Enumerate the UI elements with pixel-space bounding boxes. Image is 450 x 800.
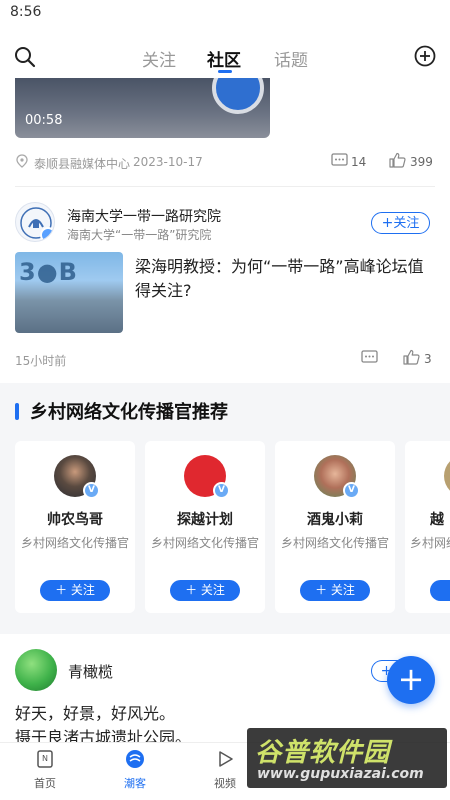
user-role: 乡村网络文化传播官 (150, 536, 259, 550)
section-title: 乡村网络文化传播官推荐 (30, 402, 228, 423)
user-avatar: V (54, 455, 100, 499)
bottom-tab-video[interactable]: 视频 (195, 749, 255, 791)
thumbnail-decoration (212, 78, 264, 114)
status-time: 8:56 (10, 4, 42, 20)
author-name[interactable]: 青橄榄 (68, 661, 113, 682)
follow-button[interactable]: ＋ 关注 (170, 580, 240, 601)
search-icon[interactable] (14, 46, 36, 68)
active-tab-indicator (218, 70, 232, 73)
follow-label: 关注 (330, 583, 355, 597)
video-duration: 00:58 (25, 113, 63, 128)
section-accent-bar (15, 403, 19, 420)
bottom-tab-home[interactable]: N 首页 (15, 749, 75, 791)
watermark: 谷普软件园 www.gupuxiazai.com (247, 728, 447, 788)
user-card[interactable]: V 探越计划 乡村网络文化传播官 ＋ 关注 (145, 441, 265, 613)
verified-badge-icon (40, 227, 54, 241)
follow-label: 关注 (70, 583, 95, 597)
post-time: 15小时前 (15, 354, 67, 368)
follow-label: 关注 (200, 583, 225, 597)
svg-text:N: N (42, 754, 48, 763)
like-count: 3 (424, 352, 432, 366)
follow-label: 关注 (393, 216, 420, 231)
bottom-tab-label: 首页 (34, 777, 56, 790)
author-name[interactable]: 海南大学一带一路研究院 (67, 206, 221, 226)
community-icon (105, 749, 165, 773)
comment-icon[interactable] (331, 153, 348, 168)
user-card[interactable]: 越 乡村网络 (405, 441, 450, 613)
add-circle-icon[interactable] (414, 45, 436, 67)
bottom-tab-community[interactable]: 潮客 (105, 749, 165, 791)
comment-count: 14 (351, 155, 367, 169)
author-avatar[interactable] (15, 649, 57, 691)
top-nav: 关注 社区 话题 (0, 38, 450, 78)
user-role: 乡村网络文化传播官 (20, 536, 129, 550)
user-role: 乡村网络 (410, 536, 450, 550)
verified-badge-icon: V (213, 482, 230, 499)
user-avatar: V (184, 455, 230, 499)
plus-icon: + (397, 660, 425, 698)
plus-icon: + (381, 215, 394, 231)
like-count: 399 (410, 155, 433, 169)
watermark-text: 谷普软件园 (255, 738, 391, 768)
article-headline[interactable]: 梁海明教授：为何“一带一路”高峰论坛值得关注? (135, 255, 425, 303)
tab-following[interactable]: 关注 (142, 46, 176, 71)
post-date: 2023-10-17 (133, 155, 203, 169)
post-source: 泰顺县融媒体中心 (34, 157, 131, 171)
tab-topics[interactable]: 话题 (274, 46, 308, 71)
verified-badge-icon: V (83, 482, 100, 499)
post-text-line: 好天，好景，好风光。 (15, 704, 176, 723)
user-role: 乡村网络文化传播官 (280, 536, 389, 550)
video-thumbnail[interactable]: 00:58 (15, 78, 270, 138)
video-icon (195, 749, 255, 773)
thumbnail-graphic: 3●B (19, 258, 78, 286)
user-avatar: V (314, 455, 360, 499)
user-avatar (444, 455, 450, 497)
verified-badge-icon: V (343, 482, 360, 499)
user-name: 酒鬼小莉 (307, 512, 363, 528)
comment-icon[interactable] (361, 350, 378, 365)
user-card[interactable]: V 帅农鸟哥 乡村网络文化传播官 ＋ 关注 (15, 441, 135, 613)
divider (15, 186, 435, 187)
bottom-tab-label: 视频 (214, 777, 236, 790)
home-icon: N (15, 749, 75, 773)
tab-community[interactable]: 社区 (207, 46, 241, 71)
create-post-button[interactable]: + (387, 656, 435, 704)
follow-button[interactable]: ＋ 关注 (300, 580, 370, 601)
follow-button[interactable] (430, 580, 450, 601)
bottom-tab-label: 潮客 (124, 777, 146, 790)
like-icon[interactable] (403, 349, 420, 365)
user-name: 探越计划 (177, 512, 233, 528)
user-card[interactable]: V 酒鬼小莉 乡村网络文化传播官 ＋ 关注 (275, 441, 395, 613)
like-icon[interactable] (389, 152, 406, 168)
location-icon (16, 154, 28, 168)
watermark-url: www.gupuxiazai.com (257, 766, 424, 782)
article-thumbnail[interactable]: 3●B (15, 252, 123, 333)
follow-button[interactable]: +关注 (371, 212, 430, 234)
author-avatar[interactable] (15, 202, 55, 242)
user-name: 越 (430, 512, 444, 528)
author-subtitle: 海南大学“一带一路”研究院 (67, 228, 212, 242)
follow-button[interactable]: ＋ 关注 (40, 580, 110, 601)
user-name: 帅农鸟哥 (47, 512, 103, 528)
